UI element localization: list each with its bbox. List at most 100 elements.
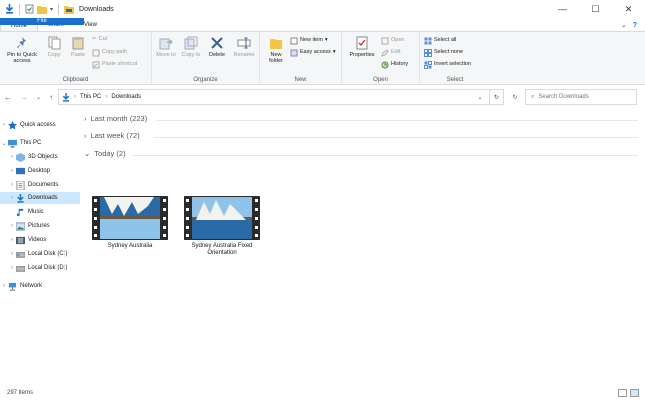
sidebar-item-videos[interactable]: › Videos: [0, 234, 80, 246]
sidebar-item-local-disk-d[interactable]: › Local Disk (D:): [0, 262, 80, 274]
chevron-right-icon[interactable]: ›: [8, 154, 16, 160]
properties-button[interactable]: Properties: [345, 36, 379, 58]
large-icons-view-icon[interactable]: [630, 389, 639, 397]
video-icon: [16, 236, 25, 244]
address-bar[interactable]: › This PC › Downloads ⌄ ↻: [58, 89, 504, 105]
sidebar-item-3d-objects[interactable]: › 3D Objects: [0, 151, 80, 163]
sidebar-item-network[interactable]: › Network: [0, 280, 80, 292]
delete-button[interactable]: Delete: [205, 36, 229, 58]
group-header-last-week[interactable]: › Last week (72): [84, 131, 140, 140]
new-item-label: New item: [300, 37, 323, 44]
select-all-label: Select all: [434, 37, 457, 44]
chevron-right-icon[interactable]: ›: [8, 168, 16, 174]
refresh-alt-icon[interactable]: ↻: [508, 89, 522, 105]
chevron-right-icon[interactable]: ›: [8, 251, 16, 257]
pin-quick-access-button[interactable]: Pin to Quick access: [3, 36, 41, 64]
chevron-down-icon: ⌄: [84, 149, 91, 158]
folder-icon: [64, 5, 75, 14]
properties-icon[interactable]: [25, 4, 34, 14]
invert-selection-label: Invert selection: [434, 61, 471, 68]
history-button[interactable]: History: [381, 61, 408, 69]
back-arrow-icon[interactable]: ←: [4, 93, 12, 102]
new-folder-icon: [270, 39, 282, 49]
cube-icon: [16, 152, 25, 162]
video-thumbnail-icon: [184, 196, 260, 240]
cut-label: Cut: [98, 36, 108, 42]
pin-icon: [17, 37, 26, 48]
disk-icon: [16, 251, 25, 258]
new-item-icon: [290, 37, 298, 45]
new-folder-icon[interactable]: [37, 5, 47, 14]
help-icon[interactable]: ?: [633, 22, 637, 29]
select-none-button[interactable]: Select none: [424, 49, 463, 57]
chevron-right-icon[interactable]: ›: [0, 122, 8, 128]
recent-locations-icon[interactable]: ⌄: [36, 94, 41, 101]
sidebar-item-this-pc[interactable]: ⌄ This PC: [0, 137, 80, 149]
chevron-right-icon[interactable]: ›: [0, 283, 8, 289]
cut-button[interactable]: ✂ Cut: [92, 36, 108, 43]
new-item-button[interactable]: New item ▾: [290, 37, 328, 45]
minimize-button[interactable]: —: [546, 0, 579, 18]
file-list: › Last month (223) › Last week (72) ⌄ To…: [80, 110, 645, 380]
group-header-today[interactable]: ⌄ Today (2): [84, 149, 126, 158]
select-all-button[interactable]: Select all: [424, 37, 456, 45]
maximize-button[interactable]: ☐: [579, 0, 612, 18]
file-item[interactable]: Sydney Australia: [88, 196, 172, 250]
chevron-right-icon[interactable]: ›: [8, 237, 16, 243]
sidebar-item-downloads[interactable]: › Downloads: [0, 192, 80, 204]
copy-path-button[interactable]: Copy path: [92, 49, 127, 57]
address-dropdown-icon[interactable]: ⌄: [475, 94, 485, 101]
copy-to-button[interactable]: Copy to: [179, 36, 203, 58]
paste-shortcut-button[interactable]: Paste shortcut: [92, 61, 137, 69]
copy-button[interactable]: Copy: [42, 36, 66, 58]
title-bar: ▾ Downloads — ☐ ✕: [0, 0, 645, 18]
history-label: History: [391, 61, 409, 68]
breadcrumb-downloads[interactable]: Downloads: [111, 94, 141, 100]
file-item[interactable]: Sydney Australia Fixed Orientation: [180, 196, 264, 257]
select-group-label: Select: [446, 77, 464, 83]
easy-access-button[interactable]: Easy access ▾: [290, 49, 336, 57]
search-box[interactable]: ⌕ Search Downloads: [525, 89, 637, 105]
chevron-right-icon[interactable]: ›: [8, 195, 16, 201]
group-divider: [132, 155, 638, 156]
edit-label: Edit: [391, 49, 401, 56]
sidebar-item-local-disk-c[interactable]: › Local Disk (C:): [0, 248, 80, 260]
chevron-right-icon[interactable]: ›: [8, 265, 16, 271]
explorer-window: ▾ Downloads — ☐ ✕ File Home Share View ⌄…: [0, 0, 645, 400]
group-header-last-month[interactable]: › Last month (223): [84, 114, 147, 123]
rename-button[interactable]: Rename: [230, 36, 258, 58]
open-label: Open: [391, 37, 405, 44]
move-to-button[interactable]: Move to: [154, 36, 178, 58]
tab-file[interactable]: File: [0, 18, 84, 26]
refresh-button[interactable]: ↻: [489, 90, 503, 104]
file-name: Sydney Australia Fixed Orientation: [191, 243, 253, 257]
invert-selection-button[interactable]: Invert selection: [424, 61, 471, 69]
edit-button[interactable]: Edit: [381, 49, 400, 57]
chevron-right-icon[interactable]: ›: [8, 223, 16, 229]
chevron-down-icon[interactable]: ⌄: [0, 140, 8, 147]
sidebar-item-quick-access[interactable]: › Quick access: [0, 119, 80, 131]
close-button[interactable]: ✕: [612, 0, 645, 18]
forward-arrow-icon[interactable]: →: [20, 93, 28, 102]
breadcrumb-this-pc[interactable]: This PC: [80, 94, 101, 100]
copy-path-icon: [92, 49, 100, 57]
sidebar-item-documents[interactable]: › Documents: [0, 179, 80, 191]
open-button[interactable]: Open: [381, 37, 404, 45]
select-none-label: Select none: [434, 49, 464, 56]
paste-button[interactable]: Paste: [67, 36, 89, 58]
customize-toolbar-icon[interactable]: ▾: [50, 6, 53, 13]
chevron-right-icon[interactable]: ›: [8, 182, 16, 188]
expand-ribbon-icon[interactable]: ⌄: [621, 21, 627, 29]
up-arrow-icon[interactable]: ↑: [49, 93, 53, 102]
select-group: Select all Select none Invert selection …: [420, 32, 490, 85]
sidebar-item-music[interactable]: Music: [0, 206, 80, 218]
easy-access-label: Easy access: [300, 49, 331, 56]
new-group: New folder New item ▾ Easy access ▾ New: [260, 32, 342, 85]
scissors-icon: ✂: [92, 36, 97, 42]
details-view-icon[interactable]: [618, 389, 627, 397]
new-group-label: New: [294, 77, 307, 83]
sidebar-item-pictures[interactable]: › Pictures: [0, 220, 80, 232]
new-folder-button[interactable]: New folder: [263, 36, 289, 64]
sidebar-item-desktop[interactable]: › Desktop: [0, 165, 80, 177]
desktop-icon: [16, 167, 25, 174]
